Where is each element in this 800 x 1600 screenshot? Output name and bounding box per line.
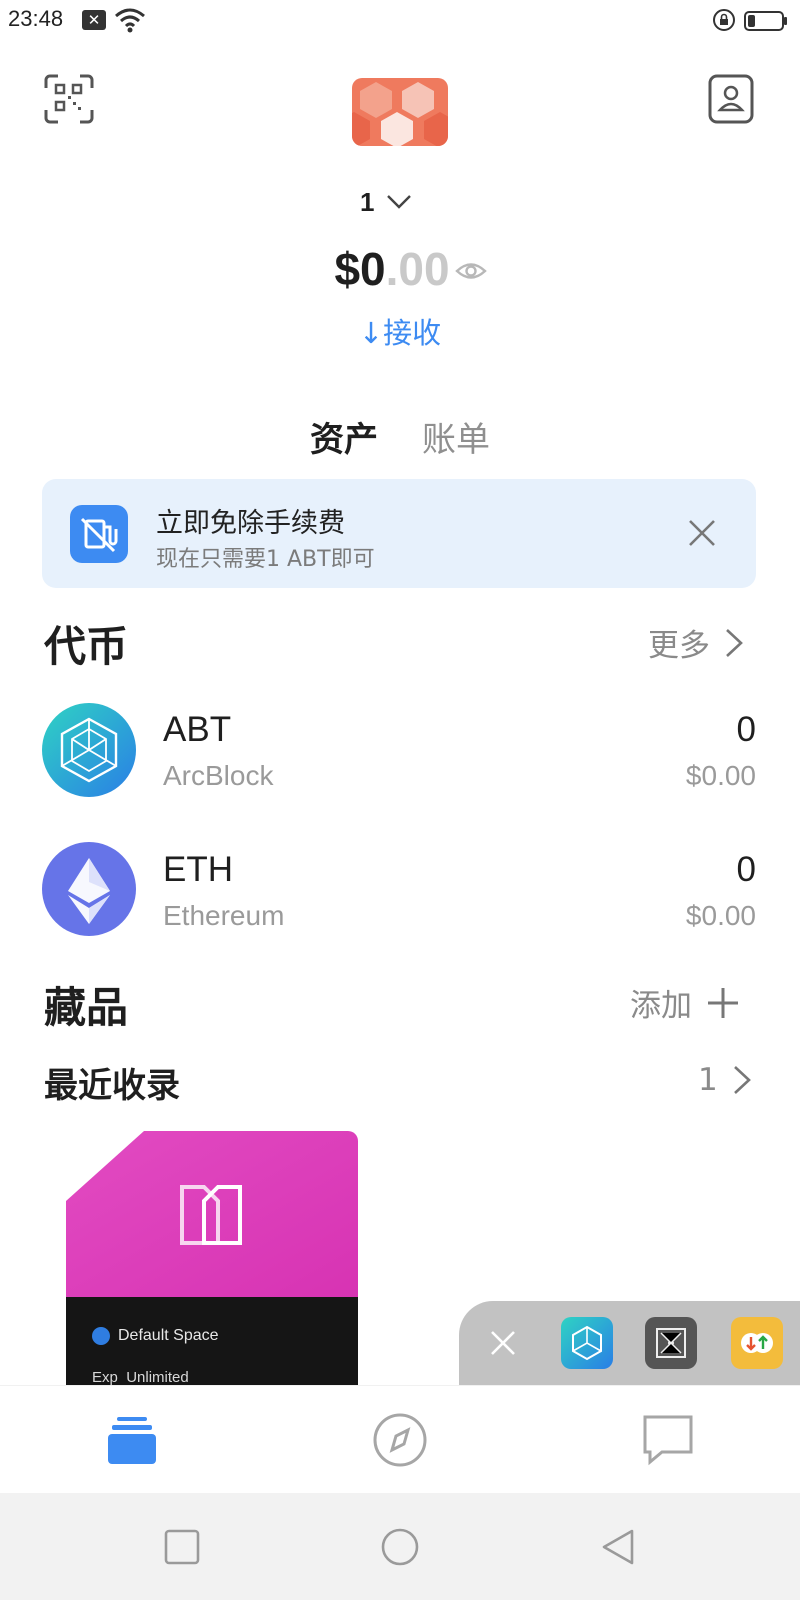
token-amount: 0 [736, 710, 756, 749]
hexagon-avatar [352, 78, 448, 146]
exp-value: Unlimited [126, 1369, 189, 1385]
token-symbol: ETH [163, 850, 233, 889]
fee-waiver-banner[interactable]: 立即免除手续费 现在只需要1 ABT即可 [42, 479, 756, 588]
token-name: Ethereum [163, 900, 285, 931]
arcblock-app-icon[interactable] [561, 1317, 613, 1369]
plus-icon [708, 987, 738, 1018]
qr-scan-icon[interactable] [44, 74, 94, 124]
system-nav-bar [0, 1493, 800, 1600]
compass-icon[interactable] [372, 1412, 428, 1468]
more-label: 更多 [648, 628, 710, 664]
network-app-icon[interactable] [645, 1317, 697, 1369]
ethereum-logo [42, 842, 136, 936]
status-bar: 23:48 ✕ [0, 0, 800, 44]
token-name: ArcBlock [163, 760, 274, 791]
token-row-abt[interactable]: ABT ArcBlock 0 $0.00 [0, 700, 800, 800]
balance-dollars: $0 [334, 243, 386, 295]
space-icon [92, 1327, 110, 1345]
add-collectible-button[interactable]: 添加 [630, 980, 740, 1025]
exp-label: Exp [92, 1369, 118, 1385]
did-space-logo [180, 1185, 242, 1245]
token-symbol: ABT [163, 710, 232, 749]
token-value: $0.00 [685, 760, 756, 791]
tab-assets[interactable]: 资产 [310, 412, 378, 461]
token-value: $0.00 [685, 900, 756, 931]
recent-count: 1 [698, 1062, 718, 1098]
token-row-eth[interactable]: ETH Ethereum 0 $0.00 [0, 840, 800, 940]
wallet-icon[interactable] [104, 1412, 160, 1468]
eye-icon[interactable] [455, 258, 487, 284]
tokens-more-link[interactable]: 更多 [648, 620, 744, 665]
chevron-right-icon [726, 628, 743, 657]
floating-app-tray [459, 1301, 800, 1385]
total-balance: $0.00 [0, 242, 800, 296]
nft-card-background [66, 1131, 358, 1385]
balance-cents: .00 [385, 243, 450, 295]
arrow-down-icon: ↓ [358, 316, 384, 350]
account-name: 1 [360, 186, 375, 217]
back-triangle-icon[interactable] [598, 1527, 638, 1567]
battery-icon [744, 11, 787, 31]
close-icon[interactable] [489, 1329, 517, 1357]
close-icon[interactable] [686, 517, 718, 549]
collectibles-section-title: 藏品 [44, 983, 129, 1032]
arcblock-logo [42, 703, 136, 797]
account-selector[interactable]: 1 [360, 183, 412, 221]
no-gas-icon [70, 505, 128, 563]
recent-collected-link[interactable]: 1 [698, 1062, 752, 1098]
space-name: Default Space [118, 1327, 219, 1344]
nft-space-label: Default Space [92, 1327, 219, 1345]
recents-square-icon[interactable] [162, 1527, 202, 1567]
banner-subtitle: 现在只需要1 ABT即可 [156, 547, 375, 572]
chat-icon[interactable] [640, 1412, 696, 1468]
chevron-right-icon [733, 1066, 751, 1094]
banner-title: 立即免除手续费 [156, 508, 345, 539]
recent-collected-title: 最近收录 [44, 1066, 180, 1106]
tab-bills[interactable]: 账单 [422, 412, 490, 461]
notification-x-icon: ✕ [82, 10, 106, 30]
home-circle-icon[interactable] [380, 1527, 420, 1567]
tokens-section-title: 代币 [44, 622, 129, 671]
wifi-icon [115, 8, 145, 33]
nft-expiry: Exp Unlimited [92, 1369, 189, 1385]
address-book-icon[interactable] [708, 74, 754, 124]
screen-lock-icon [713, 9, 735, 31]
add-label: 添加 [630, 988, 692, 1024]
nft-card[interactable]: Default Space Exp Unlimited [66, 1131, 358, 1385]
token-amount: 0 [736, 850, 756, 889]
status-time: 23:48 [8, 6, 64, 31]
transfer-app-icon[interactable] [731, 1317, 783, 1369]
receive-button[interactable]: ↓接收 [0, 310, 800, 352]
receive-label: 接收 [383, 316, 442, 350]
tab-bar: 资产 账单 [0, 412, 800, 461]
bottom-nav [0, 1385, 800, 1493]
avatar[interactable] [352, 78, 448, 146]
chevron-down-icon [387, 195, 412, 209]
